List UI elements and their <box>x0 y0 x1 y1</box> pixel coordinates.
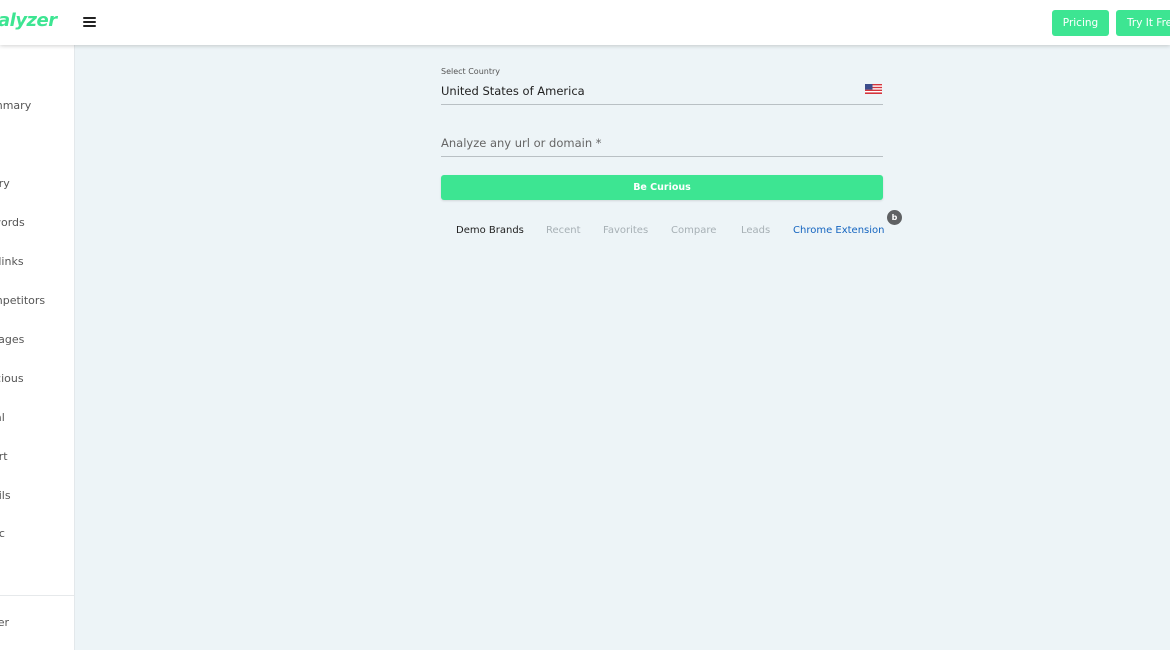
be-curious-button[interactable]: Be Curious <box>441 175 883 200</box>
sidebar-item-pages[interactable]: Pages <box>0 333 24 346</box>
pricing-button[interactable]: Pricing <box>1052 10 1109 36</box>
try-free-button[interactable]: Try It Free <box>1116 10 1170 36</box>
tab-chrome-extension[interactable]: Chrome Extension <box>793 225 885 236</box>
tab-favorites[interactable]: Favorites <box>603 225 648 236</box>
top-bar: alyzer Pricing Try It Free <box>0 0 1170 45</box>
sidebar-item-bottom[interactable]: zer <box>0 616 9 629</box>
sidebar-item-report[interactable]: ort <box>0 450 8 463</box>
sidebar-divider <box>0 595 74 596</box>
sidebar-item-social[interactable]: ial <box>0 411 5 424</box>
us-flag-icon[interactable] <box>865 84 882 94</box>
sidebar-item-details[interactable]: ails <box>0 489 11 502</box>
sidebar: mmary ory words klinks mpetitors Pages i… <box>0 45 75 650</box>
sidebar-item-traffic[interactable]: fic <box>0 527 5 540</box>
hamburger-icon[interactable] <box>83 17 96 27</box>
sidebar-item-keywords[interactable]: words <box>0 216 25 229</box>
sidebar-item-competitors[interactable]: mpetitors <box>0 294 45 307</box>
country-underline <box>441 104 883 105</box>
url-input[interactable] <box>441 132 883 154</box>
tab-leads[interactable]: Leads <box>741 225 770 236</box>
sidebar-item-history[interactable]: ory <box>0 177 10 190</box>
sidebar-item-malicious[interactable]: icious <box>0 372 24 385</box>
country-field-label: Select Country <box>441 67 501 76</box>
notification-badge: b <box>887 210 902 225</box>
url-underline <box>441 156 883 157</box>
app-logo[interactable]: alyzer <box>0 10 57 31</box>
tab-demo-brands[interactable]: Demo Brands <box>456 225 524 236</box>
country-select[interactable]: United States of America <box>441 84 585 98</box>
tab-recent[interactable]: Recent <box>546 225 581 236</box>
sidebar-item-backlinks[interactable]: klinks <box>0 255 24 268</box>
sidebar-item-summary[interactable]: mmary <box>0 99 31 112</box>
tab-compare[interactable]: Compare <box>671 225 716 236</box>
